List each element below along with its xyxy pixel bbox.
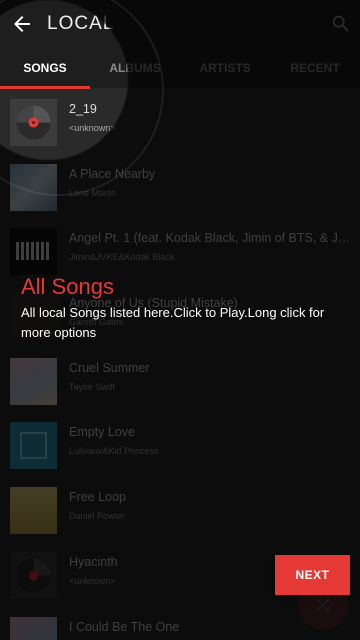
album-art [10, 422, 57, 470]
song-artist: Lene Marlin [69, 187, 117, 198]
list-item[interactable]: A Place Nearby Lene Marlin [0, 155, 360, 220]
tab-songs[interactable]: SONGS [0, 48, 90, 88]
album-art [10, 228, 57, 276]
song-title: Cruel Summer [69, 360, 150, 375]
next-button[interactable]: NEXT [275, 555, 350, 595]
guide-title: All Songs [21, 274, 114, 299]
song-title: A Place Nearby [69, 166, 156, 181]
list-item[interactable]: Free Loop Daniel Powter [0, 478, 360, 543]
vinyl-record-icon [10, 99, 57, 146]
top-app-bar: LOCAL [0, 0, 360, 48]
search-icon[interactable] [330, 13, 352, 35]
list-item[interactable]: Cruel Summer Taylor Swift [0, 349, 360, 414]
tab-bar: SONGS ALBUMS ARTISTS RECENT [0, 48, 360, 88]
vinyl-record-icon [10, 551, 57, 599]
list-item[interactable]: Empty Love Lulleaux&Kid Princess [0, 413, 360, 478]
song-artist: Lulleaux&Kid Princess [69, 446, 159, 457]
list-item[interactable]: 2_19 <unknown> [0, 90, 360, 155]
song-title: Angel Pt. 1 (feat. Kodak Black, Jimin of… [69, 231, 354, 246]
guide-description: All local Songs listed here.Click to Pla… [21, 305, 325, 340]
shuffle-icon [316, 598, 330, 612]
tab-recent[interactable]: RECENT [270, 48, 360, 88]
album-art [10, 357, 57, 405]
tab-indicator [0, 86, 90, 89]
song-artist: <unknown> [69, 575, 116, 586]
tab-albums[interactable]: ALBUMS [90, 48, 180, 88]
page-title: LOCAL [47, 13, 115, 34]
album-art [10, 616, 57, 640]
tab-artists[interactable]: ARTISTS [180, 48, 270, 88]
song-artist: <unknown> [69, 123, 116, 133]
song-title: 2_19 [69, 102, 97, 116]
song-artist: Daniel Powter [69, 511, 126, 522]
album-art [10, 487, 57, 535]
song-title: Empty Love [69, 425, 136, 440]
back-arrow-icon[interactable] [10, 12, 34, 36]
album-art [10, 163, 57, 211]
song-artist: Taylor Swift [69, 381, 116, 392]
song-artist: Jimin&JVKE&Kodak Black [69, 252, 175, 263]
song-title: Free Loop [69, 490, 126, 505]
screen: LOCAL SONGS ALBUMS ARTISTS RECENT 2_19 <… [0, 0, 360, 640]
